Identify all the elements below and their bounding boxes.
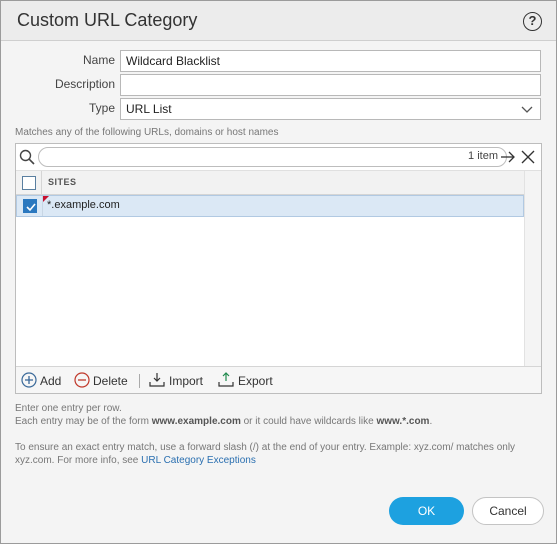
import-icon (149, 373, 165, 387)
import-button[interactable]: Import (149, 372, 211, 390)
add-button[interactable]: Add (21, 372, 67, 390)
toolbar-separator (139, 374, 140, 388)
header-divider (41, 171, 42, 195)
select-all-checkbox[interactable] (22, 176, 36, 190)
list-toolbar: Add Delete Import Export (16, 366, 541, 393)
dialog-titlebar: Custom URL Category ? (1, 1, 556, 41)
custom-url-category-dialog: Custom URL Category ? Name Wildcard Blac… (0, 0, 557, 544)
clear-filter-icon[interactable] (521, 150, 535, 164)
sites-list-panel: 1 item SITES *.example.com Add Delete Im… (15, 143, 542, 394)
add-label: Add (40, 374, 62, 388)
site-cell[interactable]: *.example.com (47, 199, 120, 211)
delete-label: Delete (93, 374, 128, 388)
name-row: Name Wildcard Blacklist (1, 50, 557, 72)
export-label: Export (238, 374, 273, 388)
help-icon[interactable]: ? (523, 12, 542, 31)
cancel-button[interactable]: Cancel (472, 497, 544, 525)
export-icon (218, 372, 234, 387)
table-row[interactable]: *.example.com (16, 195, 524, 217)
scrollbar[interactable] (524, 171, 541, 366)
arrow-right-icon[interactable] (500, 150, 516, 164)
type-select-value: URL List (126, 102, 172, 116)
description-row: Description (1, 74, 557, 96)
export-button[interactable]: Export (218, 372, 280, 390)
name-label: Name (82, 53, 115, 67)
import-label: Import (169, 374, 204, 388)
ok-button[interactable]: OK (389, 497, 464, 525)
sites-column-header[interactable]: SITES (48, 177, 77, 187)
item-count: 1 item (468, 150, 498, 162)
chevron-down-icon (521, 100, 533, 121)
type-label: Type (88, 101, 115, 115)
table-header: SITES (16, 171, 524, 195)
entry-help-text: Enter one entry per row. Each entry may … (15, 402, 535, 428)
description-field[interactable] (120, 74, 541, 96)
name-field[interactable]: Wildcard Blacklist (120, 50, 541, 72)
type-row: Type URL List (1, 98, 557, 120)
delete-button[interactable]: Delete (74, 372, 136, 390)
type-select[interactable]: URL List (120, 98, 541, 120)
help-line-1: Enter one entry per row. (15, 403, 122, 414)
url-category-exceptions-link[interactable]: URL Category Exceptions (141, 455, 256, 466)
row-checkbox[interactable] (23, 199, 37, 213)
help-line-2: Each entry may be of the form www.exampl… (15, 416, 433, 427)
delete-icon (74, 372, 90, 388)
search-icon[interactable] (19, 149, 35, 165)
list-hint: Matches any of the following URLs, domai… (15, 127, 279, 138)
search-input[interactable]: 1 item (38, 147, 507, 167)
add-icon (21, 372, 37, 388)
dialog-title: Custom URL Category (17, 10, 198, 30)
exact-match-help-text: To ensure an exact entry match, use a fo… (15, 442, 516, 466)
search-row: 1 item (16, 144, 541, 171)
description-label: Description (54, 77, 115, 91)
